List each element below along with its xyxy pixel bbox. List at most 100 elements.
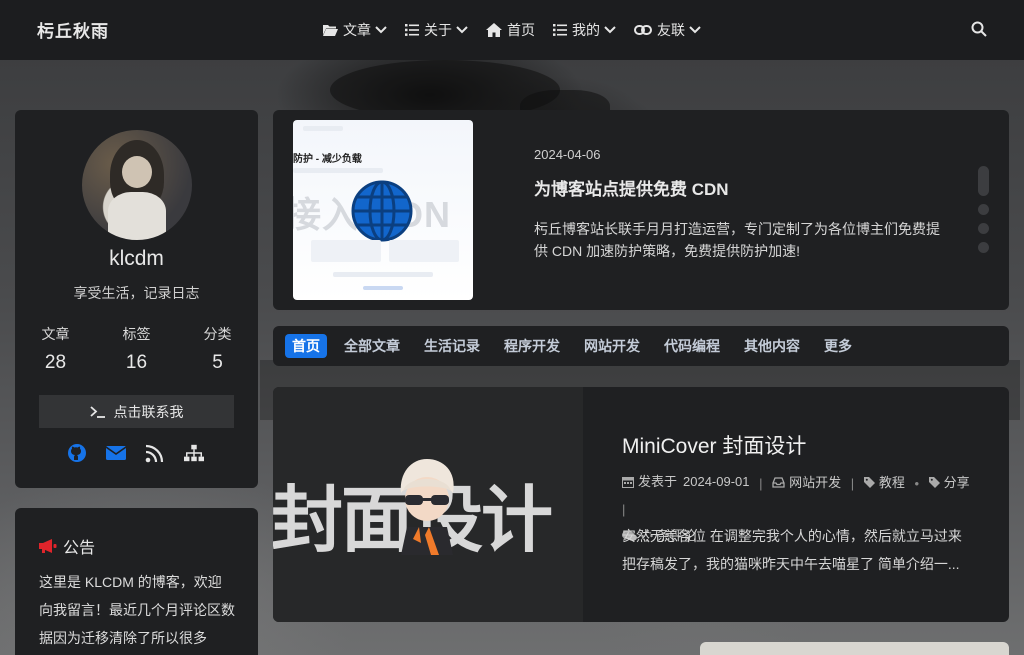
nav-item-label: 我的 — [572, 22, 600, 38]
tab-coding[interactable]: 代码编程 — [664, 336, 720, 356]
image-decoration — [311, 240, 381, 262]
list-icon — [553, 24, 567, 36]
rss-icon[interactable] — [145, 443, 165, 463]
search-icon[interactable] — [971, 21, 987, 37]
notice-title: 公告 — [63, 540, 96, 557]
stats-row: 文章 28 标签 16 分类 5 — [15, 324, 258, 374]
post-card: 封面设计 MiniCover 封面设计 发表于 2024-09-01 | 网站开… — [273, 387, 1009, 622]
post-tag[interactable]: 教程 — [863, 470, 905, 496]
post-excerpt: 安然无恙各位 在调整完我个人的心情，然后就立马过来把存稿发了，我的猫咪昨天中午去… — [622, 528, 962, 572]
notice-heading: 公告 — [39, 534, 95, 558]
featured-image[interactable]: 防护 - 减少负载 接入 CDN — [293, 120, 473, 300]
chevron-down-icon — [456, 26, 468, 34]
stat-articles[interactable]: 文章 28 — [15, 324, 96, 374]
post-tag-label: 分享 — [943, 474, 970, 490]
home-icon — [486, 23, 502, 37]
nav-item-label: 首页 — [507, 22, 535, 38]
tab-programming[interactable]: 程序开发 — [504, 336, 560, 356]
mail-icon[interactable] — [106, 443, 126, 463]
contact-button-label: 点击联系我 — [113, 403, 184, 420]
image-decoration — [363, 286, 403, 290]
featured-description: 杇丘博客站长联手月月打造运营，专门定制了为各位博主们免费提供 CDN 加速防护策… — [534, 221, 940, 259]
slider-dot-1[interactable] — [978, 166, 989, 196]
meta-separator: | — [622, 502, 626, 517]
category-tabs: 首页 全部文章 生活记录 程序开发 网站开发 代码编程 其他内容 更多 — [273, 326, 1009, 366]
slider-dot-4[interactable] — [978, 242, 989, 253]
post-date: 发表于 2024-09-01 — [622, 469, 750, 495]
meta-separator: | — [850, 476, 855, 491]
published-label: 发表于 — [638, 474, 678, 489]
stat-label: 分类 — [203, 326, 232, 342]
featured-image-caption: 防护 - 减少负载 — [293, 154, 362, 165]
meta-separator: | — [759, 476, 763, 491]
nav-item-mine[interactable]: 我的 — [553, 20, 616, 40]
post-cover[interactable]: 封面设计 — [273, 387, 583, 622]
next-post-card[interactable] — [700, 642, 1009, 655]
post-category[interactable]: 网站开发 — [772, 470, 841, 496]
contact-button[interactable]: 点击联系我 — [39, 395, 234, 428]
nav-item-articles[interactable]: 文章 — [322, 20, 387, 40]
tab-other[interactable]: 其他内容 — [744, 336, 800, 356]
nav-item-label: 文章 — [343, 22, 371, 38]
avatar-dress — [108, 192, 166, 240]
stat-value: 5 — [212, 352, 223, 373]
nav-item-label: 关于 — [424, 22, 452, 38]
slider-pagination — [978, 166, 989, 261]
globe-icon — [351, 180, 413, 242]
stat-label: 标签 — [122, 326, 151, 342]
tab-web-dev[interactable]: 网站开发 — [584, 336, 640, 356]
username: klcdm — [109, 247, 164, 270]
link-icon — [634, 25, 652, 35]
profile-card: klcdm 享受生活，记录日志 文章 28 标签 16 分类 5 点击联系我 — [15, 110, 258, 488]
avatar[interactable] — [82, 130, 192, 240]
slider-dot-2[interactable] — [978, 204, 989, 215]
calendar-icon — [622, 477, 634, 488]
chevron-down-icon — [604, 26, 616, 34]
tab-all-articles[interactable]: 全部文章 — [344, 336, 400, 356]
sitemap-icon[interactable] — [184, 443, 204, 463]
nav-item-about[interactable]: 关于 — [405, 20, 468, 40]
post-category-label: 网站开发 — [789, 474, 842, 490]
featured-slider: 防护 - 减少负载 接入 CDN 2024-04-06 为博客站点提供免费 CD… — [273, 110, 1009, 310]
stat-value: 28 — [44, 352, 67, 373]
tab-more[interactable]: 更多 — [824, 336, 852, 356]
post-tag-label: 教程 — [878, 474, 905, 490]
image-decoration — [389, 240, 459, 262]
motto: 享受生活，记录日志 — [73, 285, 200, 301]
bullhorn-icon — [39, 539, 57, 553]
featured-title[interactable]: 为博客站点提供免费 CDN — [534, 175, 729, 200]
character-illustration — [400, 459, 454, 555]
image-decoration — [293, 168, 383, 173]
github-icon[interactable] — [67, 443, 87, 463]
post-tag[interactable]: 分享 — [928, 470, 970, 496]
notice-text: 这里是 KLCDM 的博客，欢迎向我留言！最近几个月评论区数据因为迁移清除了所以… — [39, 574, 235, 646]
top-navbar: 杇丘秋雨 文章 关于 首页 我的 友联 — [0, 0, 1024, 60]
nav-item-home[interactable]: 首页 — [486, 20, 535, 40]
stat-tags[interactable]: 标签 16 — [96, 324, 177, 374]
site-brand[interactable]: 杇丘秋雨 — [37, 17, 109, 42]
tab-home[interactable]: 首页 — [285, 334, 327, 358]
stat-value: 16 — [125, 352, 148, 373]
slider-dot-3[interactable] — [978, 223, 989, 234]
image-decoration — [333, 272, 433, 277]
nav-menu: 文章 关于 首页 我的 友联 — [322, 20, 719, 40]
tab-life[interactable]: 生活记录 — [424, 336, 480, 356]
stat-categories[interactable]: 分类 5 — [177, 324, 258, 374]
terminal-icon — [89, 405, 105, 418]
stat-label: 文章 — [41, 326, 70, 342]
featured-date: 2024-04-06 — [534, 147, 601, 162]
chevron-down-icon — [689, 26, 701, 34]
image-decoration — [303, 126, 343, 131]
avatar-face — [122, 156, 152, 188]
inbox-icon — [772, 477, 785, 488]
list-icon — [405, 24, 419, 36]
post-date-value: 2024-09-01 — [683, 474, 750, 489]
tag-icon — [928, 477, 940, 488]
meta-separator: • — [914, 476, 920, 491]
tag-icon — [863, 477, 875, 488]
folder-open-icon — [323, 25, 338, 36]
social-links — [67, 443, 204, 463]
notice-card: 公告 这里是 KLCDM 的博客，欢迎向我留言！最近几个月评论区数据因为迁移清除… — [15, 508, 258, 655]
post-title[interactable]: MiniCover 封面设计 — [622, 430, 806, 460]
nav-item-friends[interactable]: 友联 — [634, 20, 701, 40]
